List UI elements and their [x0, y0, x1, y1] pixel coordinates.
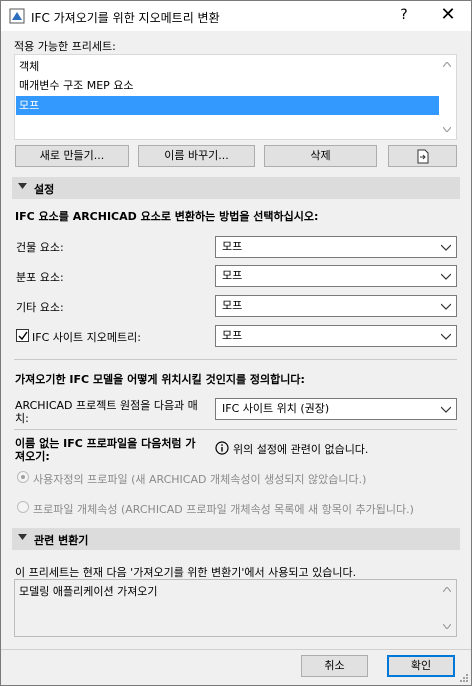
select-value: 모프	[222, 269, 243, 282]
divider	[14, 429, 457, 430]
building-elements-select[interactable]: 모프	[215, 236, 457, 258]
chevron-down-icon	[441, 333, 451, 340]
divider	[14, 359, 457, 360]
chevron-down-icon	[441, 303, 451, 310]
ifc-site-geometry-checkbox[interactable]	[16, 329, 29, 342]
section-title: 관련 변환기	[34, 534, 89, 547]
export-icon	[417, 149, 429, 164]
conversion-instruction: IFC 요소를 ARCHICAD 요소로 변환하는 방법을 선택하십시오:	[15, 210, 319, 223]
origin-select[interactable]: IFC 사이트 위치 (권장)	[215, 398, 457, 420]
preset-list[interactable]: 객체 매개변수 구조 MEP 요소 모프	[14, 54, 457, 140]
title-bar: IFC 가져오기를 위한 지오메트리 변환 ? ✕	[1, 1, 471, 31]
delete-preset-button[interactable]: 삭제	[264, 145, 377, 167]
collapse-triangle-icon[interactable]	[18, 534, 27, 541]
settings-section-header[interactable]: 설정	[12, 177, 460, 199]
info-icon	[215, 441, 229, 455]
resize-grip-icon[interactable]	[458, 672, 469, 683]
distribution-elements-select[interactable]: 모프	[215, 265, 457, 287]
ifc-site-geometry-label: IFC 사이트 지오메트리:	[32, 331, 141, 344]
distribution-elements-label: 분포 요소:	[16, 271, 64, 284]
export-preset-button[interactable]	[388, 145, 457, 167]
chevron-down-icon	[441, 273, 451, 280]
translators-description: 이 프리세트는 현재 다음 '가져오기를 위한 변환기'에서 사용되고 있습니다…	[15, 566, 357, 579]
unnamed-profile-label-cont: 져오기:	[15, 450, 50, 463]
other-elements-label: 기타 요소:	[16, 301, 64, 314]
window-title: IFC 가져오기를 위한 지오메트리 변환	[31, 11, 220, 25]
origin-label: ARCHICAD 프로젝트 원점을 다음과 매	[15, 399, 198, 412]
select-value: 모프	[222, 329, 243, 342]
other-elements-select[interactable]: 모프	[215, 295, 457, 317]
dialog-window: IFC 가져오기를 위한 지오메트리 변환 ? ✕ 적용 가능한 프리세트: 객…	[0, 0, 472, 686]
select-value: 모프	[222, 299, 243, 312]
ifc-site-geometry-select[interactable]: 모프	[215, 325, 457, 347]
radio-profile-attribute[interactable]	[17, 501, 29, 513]
section-title: 설정	[34, 183, 55, 196]
translators-section-header[interactable]: 관련 변환기	[12, 528, 460, 550]
scroll-down-icon[interactable]	[443, 624, 451, 629]
translators-list[interactable]: 모델링 애플리케이션 가져오기	[14, 579, 457, 637]
origin-label-cont: 치:	[15, 412, 29, 425]
scroll-up-icon[interactable]	[443, 62, 451, 67]
rename-preset-button[interactable]: 이름 바꾸기...	[138, 145, 255, 167]
cancel-button[interactable]: 취소	[301, 655, 368, 677]
building-elements-label: 건물 요소:	[16, 241, 64, 254]
help-button[interactable]: ?	[391, 7, 417, 25]
translators-list-scrollbar[interactable]	[439, 581, 455, 635]
list-item[interactable]: 매개변수 구조 MEP 요소	[16, 76, 441, 95]
list-item-selected[interactable]: 모프	[16, 96, 441, 115]
placement-heading: 가져오기한 IFC 모델을 어떻게 위치시킬 것인지를 정의합니다:	[15, 373, 305, 386]
presets-label: 적용 가능한 프리세트:	[14, 40, 116, 53]
radio-custom-profile-label: 사용자정의 프로파일 (새 ARCHICAD 개체속성이 생성되지 않았습니다.…	[33, 473, 367, 486]
select-value: 모프	[222, 240, 243, 253]
scroll-up-icon[interactable]	[443, 587, 451, 592]
ok-button[interactable]: 확인	[387, 655, 455, 677]
new-preset-button[interactable]: 새로 만들기...	[15, 145, 129, 167]
select-value: IFC 사이트 위치 (권장)	[222, 402, 330, 415]
chevron-down-icon	[441, 244, 451, 251]
checkmark-icon	[18, 331, 28, 341]
chevron-down-icon	[441, 406, 451, 413]
preset-list-scrollbar[interactable]	[439, 56, 455, 138]
scroll-down-icon[interactable]	[443, 127, 451, 132]
radio-custom-profile[interactable]	[17, 471, 29, 483]
app-icon	[9, 8, 25, 24]
close-button[interactable]: ✕	[433, 4, 463, 26]
radio-profile-attribute-label: 프로파일 개체속성 (ARCHICAD 프로파일 개체속성 목록에 새 항목이 …	[33, 503, 414, 516]
collapse-triangle-icon[interactable]	[18, 183, 27, 190]
list-item: 모델링 애플리케이션 가져오기	[19, 585, 158, 598]
list-item[interactable]: 객체	[16, 57, 441, 76]
info-text: 위의 설정에 관련이 없습니다.	[233, 443, 369, 456]
footer-divider	[1, 649, 471, 650]
